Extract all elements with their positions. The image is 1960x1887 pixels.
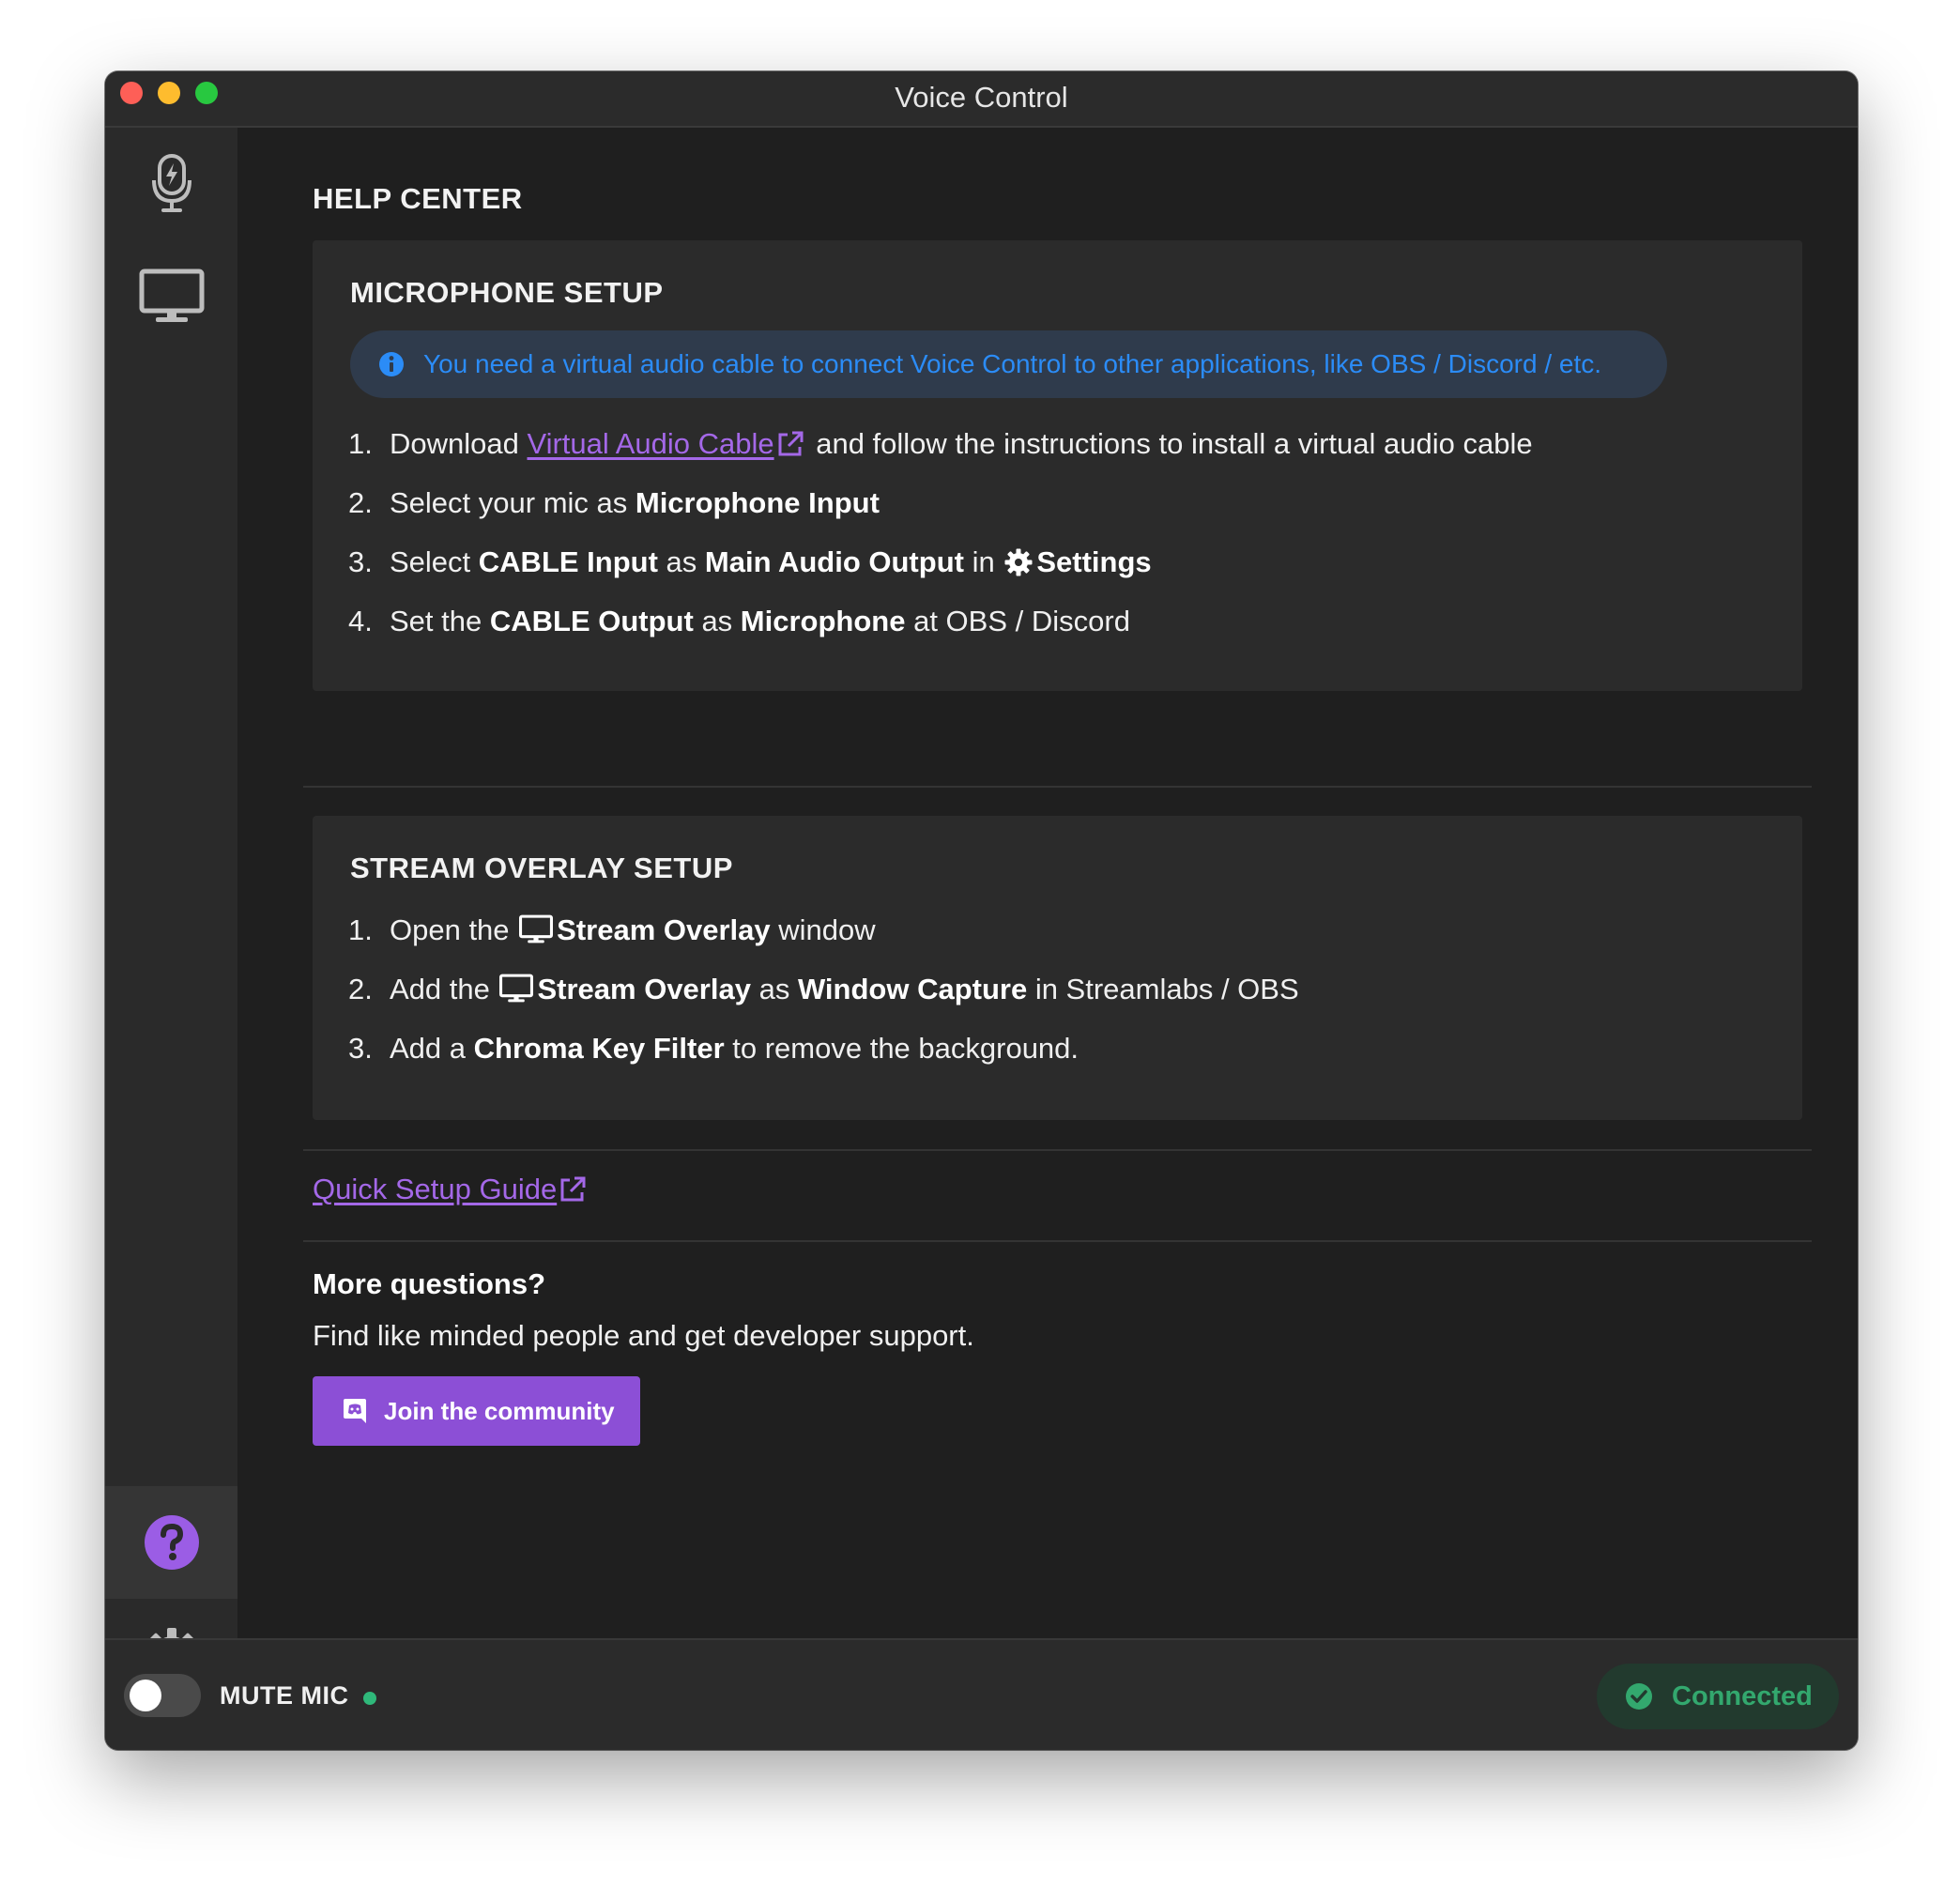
mute-mic-label: MUTE MIC bbox=[220, 1681, 349, 1710]
gear-icon bbox=[1004, 548, 1033, 576]
join-community-button[interactable]: Join the community bbox=[313, 1376, 640, 1446]
stream-overlay-setup-card: STREAM OVERLAY SETUP 1. Open the Stream O… bbox=[313, 816, 1802, 1120]
external-link-icon bbox=[560, 1176, 586, 1202]
help-center-panel: HELP CENTER MICROPHONE SETUP You need a … bbox=[237, 128, 1858, 1638]
list-item: 2. Add the Stream Overlay as Window Captu… bbox=[348, 973, 1299, 1005]
stream-overlay-setup-title: STREAM OVERLAY SETUP bbox=[350, 851, 733, 884]
sidebar-item-stream-overlay[interactable] bbox=[105, 240, 237, 353]
more-questions-heading: More questions? bbox=[313, 1267, 546, 1300]
list-item: 3. Add a Chroma Key Filter to remove the … bbox=[348, 1032, 1080, 1065]
monitor-icon bbox=[139, 268, 204, 322]
divider bbox=[303, 1240, 1812, 1242]
check-circle-icon bbox=[1625, 1682, 1653, 1711]
title-bar: Voice Control bbox=[105, 71, 1858, 128]
more-questions-text: Find like minded people and get develope… bbox=[313, 1319, 974, 1352]
sidebar-item-help[interactable] bbox=[105, 1486, 237, 1599]
mic-status-dot bbox=[363, 1692, 376, 1705]
list-item: 1. Open the Stream Overlay window bbox=[348, 913, 876, 946]
list-item: 4. Set the CABLE Output as Microphone at … bbox=[348, 605, 1130, 637]
monitor-icon bbox=[499, 974, 534, 1003]
mute-mic-toggle[interactable] bbox=[124, 1674, 201, 1717]
sidebar-item-voice[interactable] bbox=[105, 128, 237, 240]
external-link-icon bbox=[778, 431, 804, 456]
divider bbox=[303, 786, 1812, 788]
info-text: You need a virtual audio cable to connec… bbox=[423, 349, 1602, 378]
list-item: 1. Download Virtual Audio Cable and follo… bbox=[348, 427, 1533, 460]
discord-icon bbox=[343, 1398, 367, 1424]
list-item: 2. Select your mic as Microphone Input bbox=[348, 486, 880, 519]
microphone-setup-title: MICROPHONE SETUP bbox=[350, 276, 664, 309]
virtual-audio-cable-link[interactable]: Virtual Audio Cable bbox=[527, 427, 807, 460]
sidebar bbox=[105, 128, 237, 1682]
connection-status-badge: Connected bbox=[1597, 1664, 1839, 1729]
microphone-setup-card: MICROPHONE SETUP You need a virtual audi… bbox=[313, 240, 1802, 691]
toggle-knob bbox=[130, 1680, 161, 1711]
window-title: Voice Control bbox=[895, 81, 1068, 114]
overlay-steps: 1. Open the Stream Overlay window 2. Add t… bbox=[348, 912, 1299, 1089]
microphone-bolt-icon bbox=[151, 154, 191, 212]
app-window: Voice Control HELP CENTER MICROPHONE SET… bbox=[105, 71, 1858, 1750]
help-icon bbox=[144, 1515, 199, 1570]
monitor-icon bbox=[519, 914, 554, 944]
status-bar: MUTE MIC Connected bbox=[105, 1638, 1858, 1750]
quick-setup-guide-link[interactable]: Quick Setup Guide bbox=[313, 1173, 590, 1206]
list-item: 3. Select CABLE Input as Main Audio Outpu… bbox=[348, 545, 1152, 578]
microphone-steps: 1. Download Virtual Audio Cable and follo… bbox=[348, 425, 1533, 662]
divider bbox=[303, 1149, 1812, 1151]
info-banner: You need a virtual audio cable to connec… bbox=[350, 330, 1667, 398]
page-title: HELP CENTER bbox=[313, 182, 523, 215]
info-icon bbox=[378, 351, 405, 377]
